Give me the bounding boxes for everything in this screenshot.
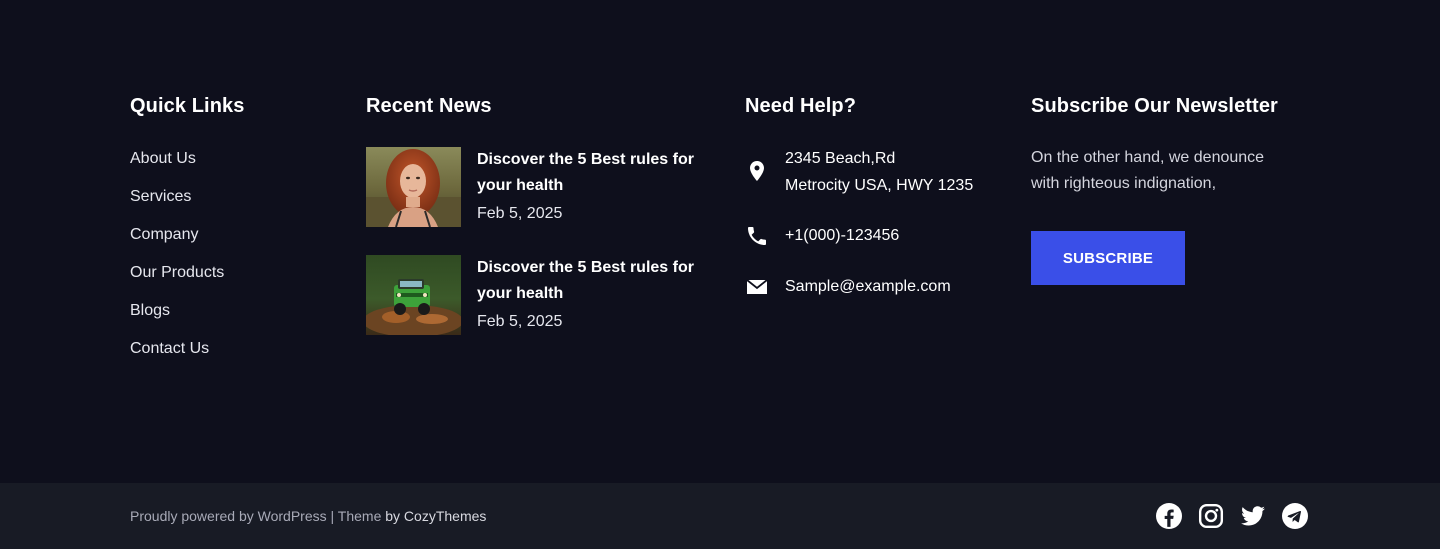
facebook-icon[interactable] xyxy=(1156,503,1182,529)
subscribe-button[interactable]: SUBSCRIBE xyxy=(1031,231,1185,285)
link-services[interactable]: Services xyxy=(130,187,191,207)
recent-news-column: Recent News Discover the 5 Best rules fo… xyxy=(366,92,706,335)
phone-icon xyxy=(745,224,769,248)
theme-prefix: Theme xyxy=(337,508,386,524)
quick-links-column: Quick Links About Us Services Company Ou… xyxy=(130,92,330,357)
need-help-title: Need Help? xyxy=(745,95,857,117)
newsletter-title: Subscribe Our Newsletter xyxy=(1031,95,1278,117)
news-title-link[interactable]: Discover the 5 Best rules for your healt… xyxy=(477,255,697,307)
portrait-image xyxy=(366,147,461,227)
envelope-icon xyxy=(745,275,769,299)
news-thumbnail-jeep[interactable] xyxy=(366,255,461,335)
address-line-1: 2345 Beach,Rd xyxy=(785,150,896,167)
list-item: Company xyxy=(130,225,224,263)
address-line-2: Metrocity USA, HWY 1235 xyxy=(785,177,974,194)
list-item: About Us xyxy=(130,149,224,187)
social-links xyxy=(1156,503,1308,529)
twitter-icon[interactable] xyxy=(1240,503,1266,529)
phone-link[interactable]: +1(000)-123456 xyxy=(785,222,899,249)
news-title-link[interactable]: Discover the 5 Best rules for your healt… xyxy=(477,147,697,199)
quick-links-list: About Us Services Company Our Products B… xyxy=(130,149,224,377)
email-link[interactable]: Sample@example.com xyxy=(785,273,951,300)
news-item: Discover the 5 Best rules for your healt… xyxy=(366,147,706,227)
newsletter-column: Subscribe Our Newsletter On the other ha… xyxy=(1031,92,1311,285)
recent-news-title: Recent News xyxy=(366,95,492,117)
link-contact-us[interactable]: Contact Us xyxy=(130,339,209,359)
credits-separator: | xyxy=(326,508,338,524)
need-help-column: Need Help? 2345 Beach,Rd Metrocity USA, … xyxy=(745,92,1005,295)
list-item: Our Products xyxy=(130,263,224,301)
news-date: Feb 5, 2025 xyxy=(477,205,563,222)
list-item: Services xyxy=(130,187,224,225)
link-our-products[interactable]: Our Products xyxy=(130,263,224,283)
footer-main: Quick Links About Us Services Company Ou… xyxy=(0,0,1440,483)
news-thumbnail-portrait[interactable] xyxy=(366,147,461,227)
wordpress-link[interactable]: Proudly powered by WordPress xyxy=(130,508,327,524)
cozythemes-link[interactable]: by CozyThemes xyxy=(385,508,486,524)
footer-bottom-bar: Proudly powered by WordPress | Theme by … xyxy=(0,483,1440,549)
quick-links-title: Quick Links xyxy=(130,95,245,117)
newsletter-description: On the other hand, we denounce with righ… xyxy=(1031,149,1265,192)
telegram-icon[interactable] xyxy=(1282,503,1308,529)
address-text: 2345 Beach,Rd Metrocity USA, HWY 1235 xyxy=(785,145,973,199)
list-item: Blogs xyxy=(130,301,224,339)
link-company[interactable]: Company xyxy=(130,225,198,245)
instagram-icon[interactable] xyxy=(1198,503,1224,529)
list-item: Contact Us xyxy=(130,339,224,377)
news-item: Discover the 5 Best rules for your healt… xyxy=(366,255,706,335)
link-about-us[interactable]: About Us xyxy=(130,149,196,169)
credits: Proudly powered by WordPress | Theme by … xyxy=(130,507,486,525)
map-pin-icon xyxy=(745,159,769,183)
jeep-image xyxy=(366,255,461,335)
link-blogs[interactable]: Blogs xyxy=(130,301,170,321)
news-date: Feb 5, 2025 xyxy=(477,313,563,330)
